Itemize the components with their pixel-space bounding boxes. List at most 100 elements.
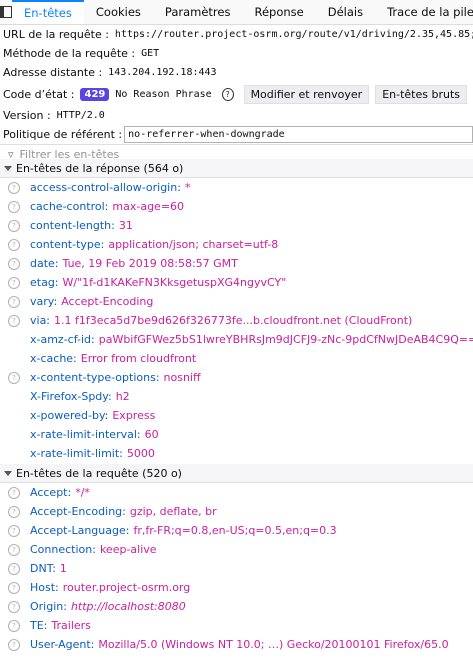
raw-headers-button[interactable]: En-têtes bruts: [375, 84, 467, 104]
header-row[interactable]: x-powered-by: Express: [0, 406, 473, 425]
edit-resend-button[interactable]: Modifier et renvoyer: [243, 84, 370, 104]
header-row[interactable]: ? TE: Trailers: [0, 616, 473, 635]
header-value: gzip, deflate, br: [129, 505, 217, 518]
header-row[interactable]: ? access-control-allow-origin: *: [0, 178, 473, 197]
referrer-policy-field[interactable]: no-referrer-when-downgrade: [124, 126, 473, 143]
version-label: Version :: [3, 109, 51, 122]
help-icon[interactable]: ?: [8, 276, 20, 289]
header-row[interactable]: ? date: Tue, 19 Feb 2019 08:58:57 GMT: [0, 254, 473, 273]
help-icon[interactable]: ?: [8, 524, 20, 537]
header-name: via:: [30, 314, 51, 327]
method-value: GET: [141, 48, 160, 59]
header-value: keep-alive: [99, 543, 157, 556]
toggle-sidebar-button[interactable]: [0, 0, 12, 24]
header-row[interactable]: ? x-content-type-options: nosniff: [0, 368, 473, 387]
version-value: HTTP/2.0: [56, 110, 105, 121]
header-value: max-age=60: [112, 200, 185, 213]
help-icon[interactable]: ?: [8, 219, 20, 232]
header-row[interactable]: x-amz-cf-id: paWbifGFWez5bS1lwreYBHRsJm9d…: [0, 330, 473, 349]
tab-headers[interactable]: En-têtes: [12, 0, 84, 24]
header-row[interactable]: x-rate-limit-limit: 5000: [0, 444, 473, 463]
tab-params[interactable]: Paramètres: [153, 0, 243, 24]
header-name: Origin:: [30, 600, 67, 613]
header-row[interactable]: ? cache-control: max-age=60: [0, 197, 473, 216]
url-value[interactable]: https://router.project-osrm.org/route/v1…: [115, 29, 473, 40]
status-label: Code d’état :: [3, 87, 75, 101]
header-name: Host:: [30, 581, 59, 594]
header-name: x-rate-limit-interval:: [30, 428, 141, 441]
help-icon[interactable]: ?: [8, 600, 20, 613]
help-icon[interactable]: ?: [8, 543, 20, 556]
header-name: x-rate-limit-limit:: [30, 447, 123, 460]
header-value: Error from cloudfront: [80, 352, 197, 365]
header-row[interactable]: ? vary: Accept-Encoding: [0, 292, 473, 311]
help-icon: [8, 410, 20, 422]
help-icon[interactable]: ?: [8, 619, 20, 632]
twisty-down-icon: [4, 165, 12, 171]
tab-timings[interactable]: Délais: [316, 0, 375, 24]
header-row[interactable]: ? User-Agent: Mozilla/5.0 (Windows NT 10.0…: [0, 635, 473, 654]
header-row[interactable]: ? via: 1.1 f1f3eca5d7be9d626f326773fe...b.…: [0, 311, 473, 330]
header-value: nosniff: [163, 371, 201, 384]
header-name: User-Agent:: [30, 638, 95, 651]
header-name: Accept-Encoding:: [30, 505, 126, 518]
header-value: fr,fr-FR;q=0.8,en-US;q=0.5,en;q=0.3: [133, 524, 337, 537]
header-row[interactable]: ? Accept-Language: fr,fr-FR;q=0.8,en-US;q=…: [0, 521, 473, 540]
help-icon[interactable]: ?: [8, 295, 20, 308]
tab-response[interactable]: Réponse: [242, 0, 315, 24]
header-name: content-type:: [30, 238, 105, 251]
header-name: Connection:: [30, 543, 96, 556]
help-icon: [8, 391, 20, 403]
tab-cookies[interactable]: Cookies: [84, 0, 153, 24]
header-value: router.project-osrm.org: [62, 581, 191, 594]
header-name: TE:: [30, 619, 48, 632]
header-name: DNT:: [30, 562, 56, 575]
header-row[interactable]: x-rate-limit-interval: 60: [0, 425, 473, 444]
help-icon[interactable]: ?: [8, 200, 20, 213]
referrer-label: Politique de référent :: [3, 128, 123, 141]
header-row[interactable]: X-Firefox-Spdy: h2: [0, 387, 473, 406]
header-value: application/json; charset=utf-8: [108, 238, 279, 251]
header-row[interactable]: x-cache: Error from cloudfront: [0, 349, 473, 368]
help-icon[interactable]: ?: [8, 486, 20, 499]
help-icon[interactable]: ?: [8, 638, 20, 651]
url-label: URL de la requête :: [3, 28, 109, 41]
request-headers-section: En-têtes de la requête (520 o) ? Accept: *…: [0, 464, 473, 654]
help-icon[interactable]: ?: [8, 505, 20, 518]
header-name: Accept-Language:: [30, 524, 130, 537]
request-headers-toggle[interactable]: En-têtes de la requête (520 o): [0, 464, 473, 483]
remote-value: 143.204.192.18:443: [108, 67, 217, 78]
header-row[interactable]: ? Host: router.project-osrm.org: [0, 578, 473, 597]
header-value: 1: [59, 562, 67, 575]
header-value: 60: [144, 428, 159, 441]
header-value: */*: [75, 486, 90, 499]
header-row[interactable]: ? DNT: 1: [0, 559, 473, 578]
help-icon[interactable]: ?: [8, 257, 20, 270]
header-row[interactable]: ? Connection: keep-alive: [0, 540, 473, 559]
request-headers-title: En-têtes de la requête (520 o): [16, 466, 182, 480]
header-value: *: [184, 181, 191, 194]
header-value: http://localhost:8080: [70, 600, 186, 613]
header-name: x-amz-cf-id:: [30, 333, 95, 346]
header-name: cache-control:: [30, 200, 109, 213]
help-icon[interactable]: ?: [8, 371, 20, 384]
header-row[interactable]: ? etag: W/"1f-d1KAKeFN3KksgetuspXG4ngyvCY": [0, 273, 473, 292]
help-icon[interactable]: ?: [8, 314, 20, 327]
summary-referrer-row: Politique de référent : no-referrer-when…: [0, 125, 473, 144]
header-row[interactable]: ? Origin: http://localhost:8080: [0, 597, 473, 616]
header-row[interactable]: ? Accept: */*: [0, 483, 473, 502]
tab-stack-trace[interactable]: Trace de la pile: [375, 0, 473, 24]
response-headers-toggle[interactable]: En-têtes de la réponse (564 o): [0, 159, 473, 178]
help-icon[interactable]: ?: [8, 238, 20, 251]
help-icon[interactable]: ?: [8, 181, 20, 194]
panel-toggle-icon: [0, 6, 12, 18]
tab-bar: En-têtes Cookies Paramètres Réponse Déla…: [0, 0, 473, 25]
header-name: content-length:: [30, 219, 115, 232]
header-row[interactable]: ? Accept-Encoding: gzip, deflate, br: [0, 502, 473, 521]
header-row[interactable]: ? content-length: 31: [0, 216, 473, 235]
help-icon[interactable]: ?: [8, 581, 20, 594]
help-icon[interactable]: ?: [8, 562, 20, 575]
help-icon[interactable]: ?: [221, 87, 234, 101]
header-name: x-cache:: [30, 352, 77, 365]
header-row[interactable]: ? content-type: application/json; charset=…: [0, 235, 473, 254]
